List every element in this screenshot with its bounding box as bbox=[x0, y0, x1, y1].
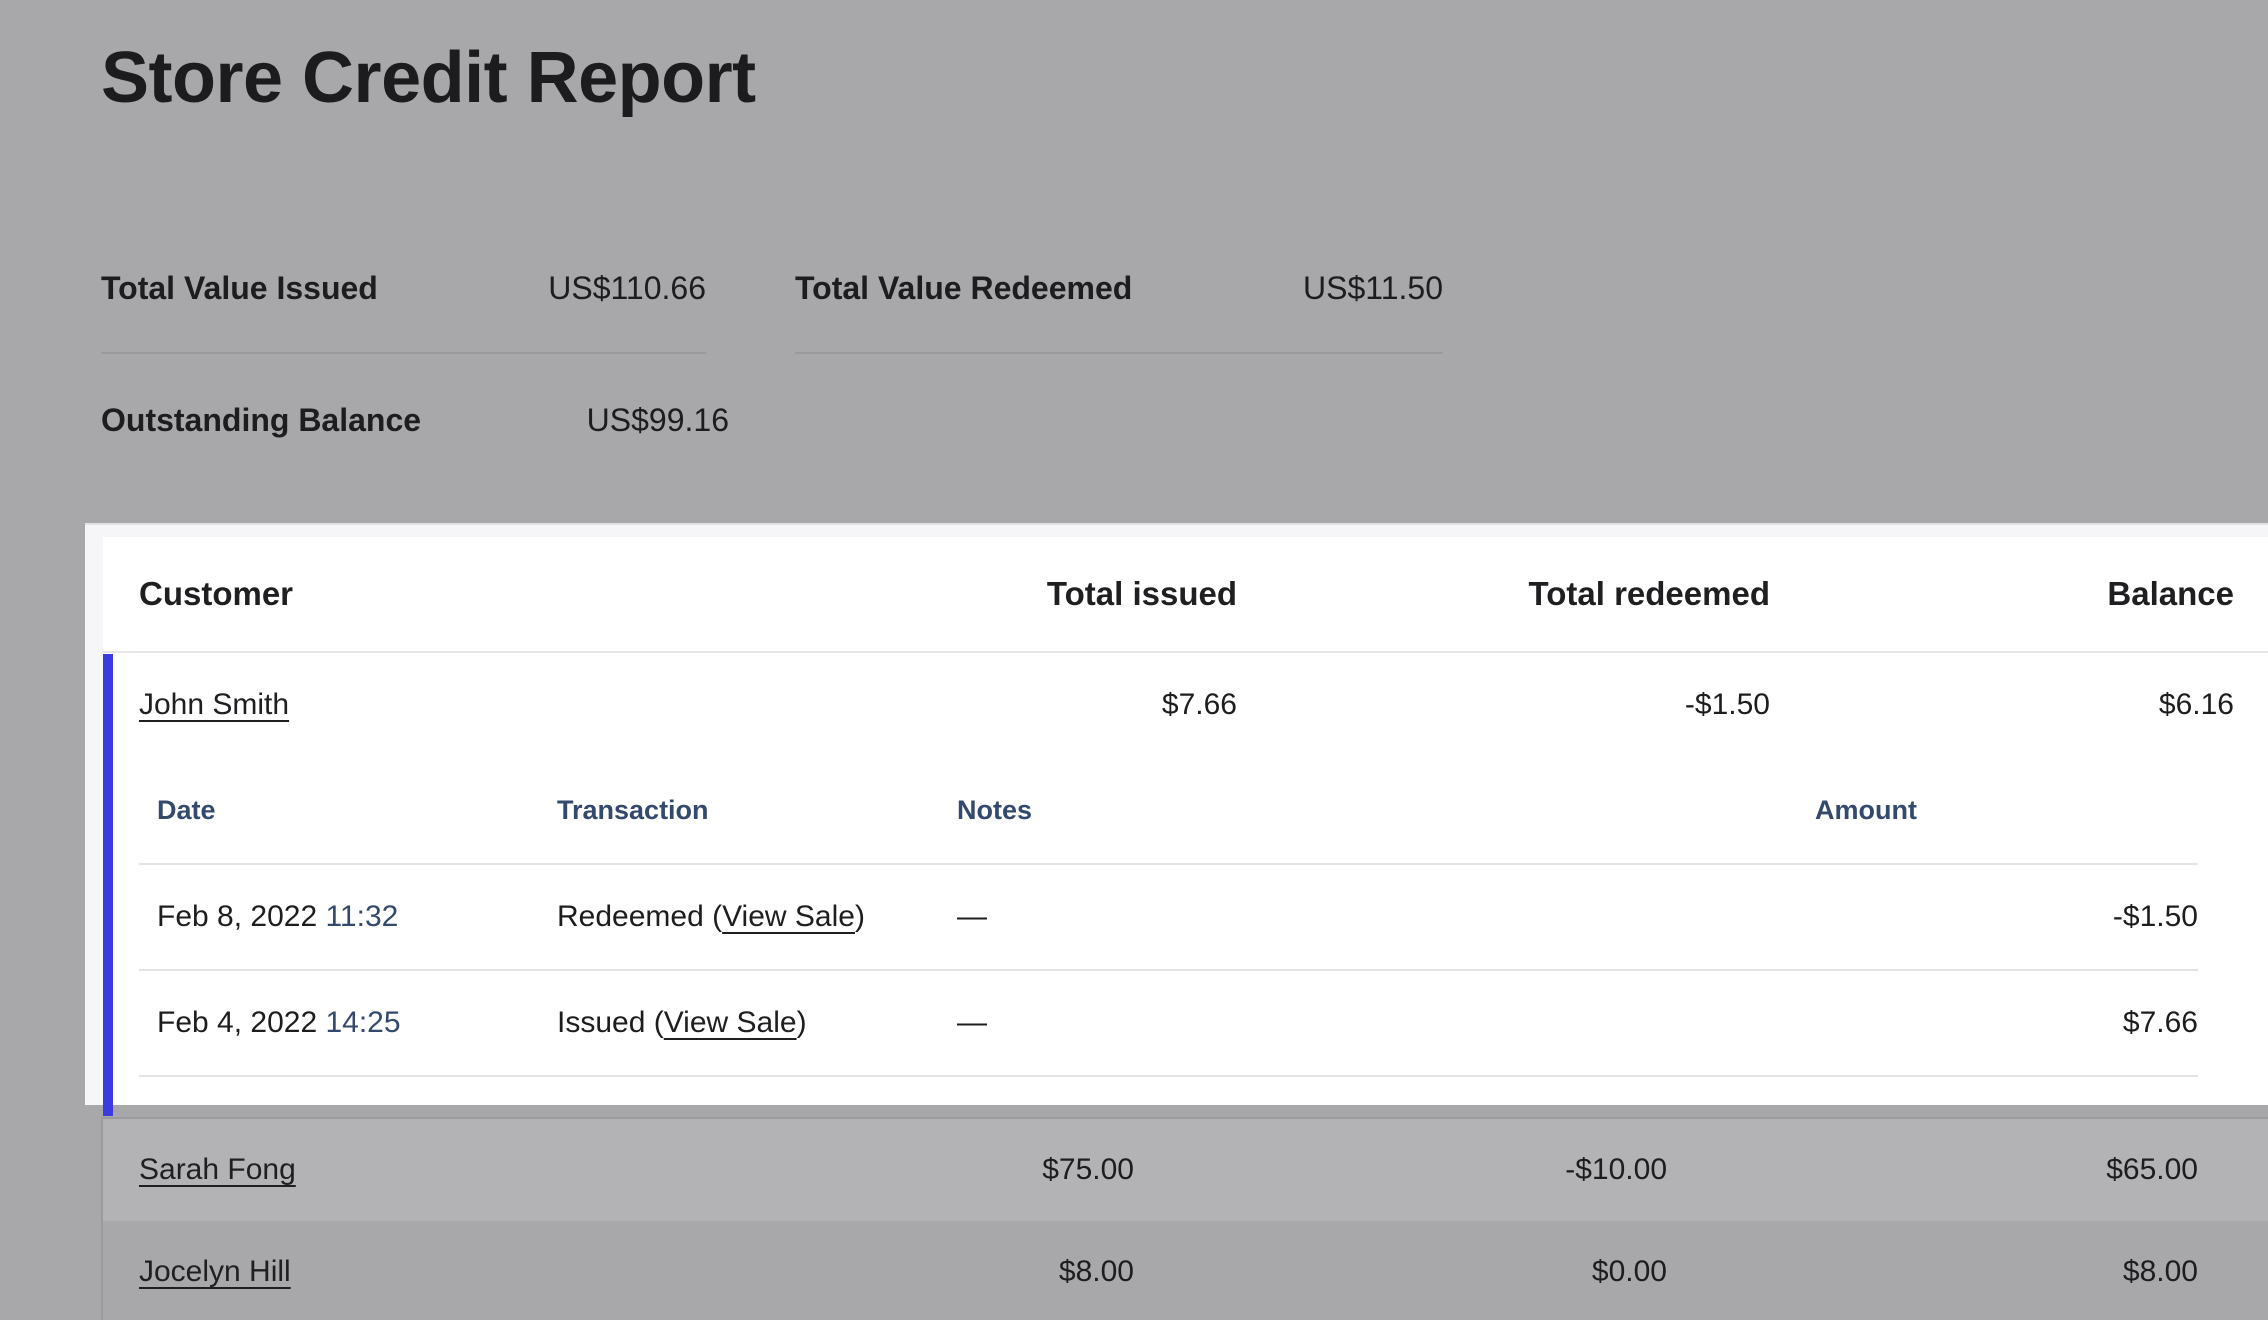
table-row-expanded[interactable]: John Smith $7.66 -$1.50 $6.16 bbox=[103, 653, 2268, 759]
summary-outstanding-value: US$99.16 bbox=[586, 401, 729, 438]
total-issued-cell: $7.66 bbox=[1161, 688, 1237, 721]
expanded-row-accent-bar bbox=[103, 654, 113, 1116]
balance-cell: $8.00 bbox=[2122, 1255, 2198, 1288]
view-sale-link[interactable]: View Sale bbox=[664, 1006, 797, 1039]
sub-header-transaction: Transaction bbox=[557, 795, 709, 825]
page-title: Store Credit Report bbox=[101, 38, 756, 118]
customer-link[interactable]: Sarah Fong bbox=[139, 1153, 296, 1187]
transaction-type: Redeemed (View Sale) bbox=[557, 900, 865, 933]
table-row[interactable]: Jocelyn Hill $8.00 $0.00 $8.00 bbox=[103, 1221, 2268, 1320]
sub-header-amount: Amount bbox=[1815, 795, 1917, 825]
report-table: Customer Total issued Total redeemed Bal… bbox=[103, 537, 2268, 1105]
view-sale-link[interactable]: View Sale bbox=[722, 900, 855, 933]
transaction-amount: $7.66 bbox=[2122, 1006, 2198, 1039]
column-header-total-issued[interactable]: Total issued bbox=[1047, 575, 1237, 613]
transaction-notes: — bbox=[957, 900, 987, 933]
total-redeemed-cell: -$1.50 bbox=[1684, 688, 1770, 721]
sub-header-date: Date bbox=[157, 795, 216, 825]
transaction-date-text: Feb 8, 2022 bbox=[157, 900, 318, 933]
column-header-balance[interactable]: Balance bbox=[2107, 575, 2234, 613]
balance-cell: $65.00 bbox=[2106, 1153, 2198, 1186]
summary-total-issued-label: Total Value Issued bbox=[101, 269, 378, 306]
transaction-type-text: Redeemed bbox=[557, 900, 704, 933]
transaction-date-text: Feb 4, 2022 bbox=[157, 1006, 318, 1039]
summary-total-redeemed-value: US$11.50 bbox=[1303, 269, 1443, 306]
customer-link[interactable]: John Smith bbox=[139, 688, 289, 722]
total-redeemed-cell: -$10.00 bbox=[1565, 1153, 1667, 1186]
column-header-customer[interactable]: Customer bbox=[139, 575, 293, 613]
transaction-row: Feb 8, 2022 11:32 Redeemed (View Sale) —… bbox=[139, 865, 2198, 971]
transaction-row: Feb 4, 2022 14:25 Issued (View Sale) — $… bbox=[139, 971, 2198, 1077]
customer-link[interactable]: Jocelyn Hill bbox=[139, 1255, 291, 1289]
transaction-date: Feb 4, 2022 14:25 bbox=[157, 1006, 401, 1040]
summary-outstanding: Outstanding Balance US$99.16 bbox=[101, 355, 729, 485]
summary-outstanding-label: Outstanding Balance bbox=[101, 401, 422, 438]
transaction-time: 14:25 bbox=[325, 1006, 401, 1039]
balance-cell: $6.16 bbox=[2158, 688, 2234, 721]
total-redeemed-cell: $0.00 bbox=[1591, 1255, 1667, 1288]
summary-total-redeemed-label: Total Value Redeemed bbox=[795, 269, 1133, 306]
transaction-type: Issued (View Sale) bbox=[557, 1006, 807, 1039]
transaction-type-text: Issued bbox=[557, 1006, 646, 1039]
transaction-time: 11:32 bbox=[325, 900, 399, 933]
table-row[interactable]: Sarah Fong $75.00 -$10.00 $65.00 bbox=[103, 1117, 2268, 1223]
transaction-date: Feb 8, 2022 11:32 bbox=[157, 900, 398, 934]
column-header-total-redeemed[interactable]: Total redeemed bbox=[1529, 575, 1770, 613]
total-issued-cell: $8.00 bbox=[1058, 1255, 1134, 1288]
sub-header-notes: Notes bbox=[957, 795, 1033, 825]
summary-total-issued-value: US$110.66 bbox=[548, 269, 706, 306]
transaction-notes: — bbox=[957, 1006, 987, 1039]
transactions-header: Date Transaction Notes Amount bbox=[139, 759, 2198, 865]
summary-total-issued: Total Value Issued US$110.66 bbox=[101, 224, 706, 354]
table-header: Customer Total issued Total redeemed Bal… bbox=[103, 537, 2268, 653]
total-issued-cell: $75.00 bbox=[1042, 1153, 1134, 1186]
table-border bbox=[101, 1117, 103, 1320]
transactions-table: Date Transaction Notes Amount Feb 8, 202… bbox=[139, 759, 2198, 1085]
transaction-amount: -$1.50 bbox=[2112, 900, 2198, 933]
summary-total-redeemed: Total Value Redeemed US$11.50 bbox=[795, 224, 1443, 354]
